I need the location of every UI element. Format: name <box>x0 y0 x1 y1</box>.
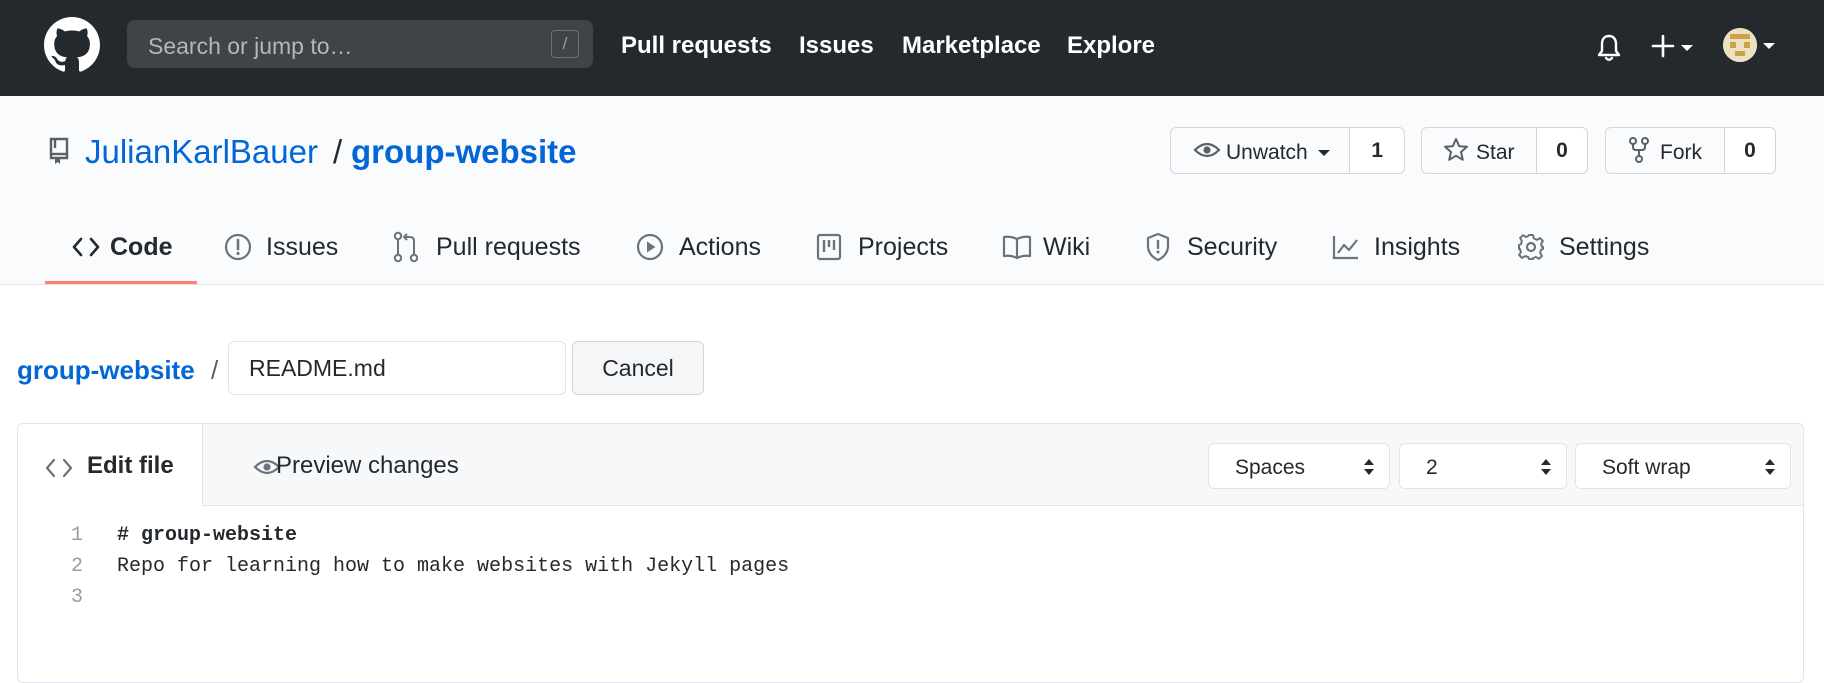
line-text: Repo for learning how to make websites w… <box>117 555 790 578</box>
tab-settings[interactable]: Settings <box>1517 230 1649 270</box>
tab-settings-label: Settings <box>1559 233 1650 261</box>
nav-marketplace[interactable]: Marketplace <box>902 32 1041 60</box>
git-pull-request-icon <box>393 231 419 263</box>
user-avatar[interactable] <box>1723 28 1757 62</box>
star-button[interactable]: Star <box>1422 128 1536 173</box>
filename-input[interactable] <box>228 341 566 395</box>
edit-file-tab-label: Edit file <box>87 452 174 479</box>
stargazers-count[interactable]: 0 <box>1536 128 1587 173</box>
issue-opened-icon <box>224 233 252 261</box>
edit-file-tab[interactable]: Edit file <box>18 424 203 506</box>
preview-changes-tab-label: Preview changes <box>276 452 459 479</box>
tab-actions[interactable]: Actions <box>636 230 761 270</box>
unwatch-button[interactable]: Unwatch <box>1171 128 1349 173</box>
project-icon <box>816 233 842 261</box>
nav-explore[interactable]: Explore <box>1067 32 1155 60</box>
star-label: Star <box>1476 141 1515 164</box>
tab-security-label: Security <box>1187 233 1278 261</box>
gear-icon <box>1518 234 1544 260</box>
user-menu-caret-icon[interactable] <box>1763 43 1775 49</box>
tab-pull-requests-label: Pull requests <box>436 233 581 261</box>
shield-icon <box>1146 232 1170 262</box>
watch-button-group: Unwatch 1 <box>1170 127 1405 174</box>
search-box[interactable]: Search or jump to… / <box>127 20 593 68</box>
unwatch-label: Unwatch <box>1226 141 1308 164</box>
indent-size-select[interactable]: 2 <box>1399 443 1567 489</box>
repo-owner-link[interactable]: JulianKarlBauer <box>85 133 318 171</box>
tab-insights[interactable]: Insights <box>1332 230 1460 270</box>
wrap-mode-select[interactable]: Soft wrap <box>1575 443 1791 489</box>
tab-security[interactable]: Security <box>1146 230 1278 270</box>
search-shortcut-key: / <box>551 30 579 58</box>
tab-code-label: Code <box>110 233 173 261</box>
code-icon <box>45 458 73 478</box>
tab-issues[interactable]: Issues <box>224 230 340 270</box>
select-arrows-icon <box>1541 459 1551 475</box>
select-arrows-icon <box>1765 459 1775 475</box>
notifications-bell-icon[interactable] <box>1596 33 1622 63</box>
select-arrows-icon <box>1364 459 1374 475</box>
active-tab-indicator <box>45 281 197 284</box>
line-number: 3 <box>70 586 83 609</box>
tab-projects-label: Projects <box>858 233 949 261</box>
tab-insights-label: Insights <box>1374 233 1461 261</box>
forks-count[interactable]: 0 <box>1724 128 1775 173</box>
book-icon <box>1002 235 1032 260</box>
code-editor-area[interactable]: 1 # group-website 2 Repo for learning ho… <box>18 524 1803 617</box>
tab-pull-requests[interactable]: Pull requests <box>393 230 581 270</box>
star-button-group: Star 0 <box>1421 127 1588 174</box>
breadcrumb-repo-link[interactable]: group-website <box>17 355 195 386</box>
indent-mode-value: Spaces <box>1235 456 1306 479</box>
line-number: 1 <box>70 524 83 547</box>
tab-wiki[interactable]: Wiki <box>1002 230 1092 270</box>
repo-icon <box>49 137 69 164</box>
nav-pull-requests[interactable]: Pull requests <box>621 32 772 60</box>
file-editor: Edit file Preview changes Spaces 2 Soft … <box>17 423 1804 683</box>
tab-code[interactable]: Code <box>72 230 198 270</box>
play-icon <box>636 233 664 261</box>
cancel-button[interactable]: Cancel <box>572 341 704 395</box>
global-header: Search or jump to… / Pull requests Issue… <box>0 0 1824 96</box>
breadcrumb-separator: / <box>211 355 219 385</box>
create-new-caret-icon[interactable] <box>1681 45 1693 51</box>
code-line[interactable]: 3 <box>18 586 1803 617</box>
repo-forked-icon <box>1629 137 1649 163</box>
tab-actions-label: Actions <box>679 233 761 261</box>
graph-icon <box>1332 236 1358 260</box>
line-text: # group-website <box>117 524 298 547</box>
line-number: 2 <box>70 555 83 578</box>
create-new-plus-icon[interactable] <box>1651 34 1675 58</box>
repo-name-link[interactable]: group-website <box>351 133 577 171</box>
watchers-count[interactable]: 1 <box>1349 128 1404 173</box>
fork-label: Fork <box>1660 141 1702 164</box>
wrap-mode-value: Soft wrap <box>1602 456 1691 479</box>
fork-button[interactable]: Fork <box>1606 128 1724 173</box>
search-placeholder: Search or jump to… <box>148 33 353 59</box>
github-logo-icon[interactable] <box>44 17 100 73</box>
code-line[interactable]: 1 # group-website <box>18 524 1803 555</box>
watch-caret-icon <box>1318 150 1330 156</box>
nav-issues[interactable]: Issues <box>799 32 874 60</box>
repo-path-separator: / <box>333 133 343 170</box>
code-line[interactable]: 2 Repo for learning how to make websites… <box>18 555 1803 586</box>
code-icon <box>72 237 100 257</box>
tab-projects[interactable]: Projects <box>816 230 949 270</box>
tab-wiki-label: Wiki <box>1043 233 1091 261</box>
editor-toolbar: Edit file Preview changes Spaces 2 Soft … <box>18 424 1803 506</box>
tab-issues-label: Issues <box>266 233 339 261</box>
fork-button-group: Fork 0 <box>1605 127 1776 174</box>
indent-size-value: 2 <box>1426 456 1438 479</box>
eye-icon <box>1193 142 1221 158</box>
star-icon <box>1444 138 1468 161</box>
indent-mode-select[interactable]: Spaces <box>1208 443 1390 489</box>
